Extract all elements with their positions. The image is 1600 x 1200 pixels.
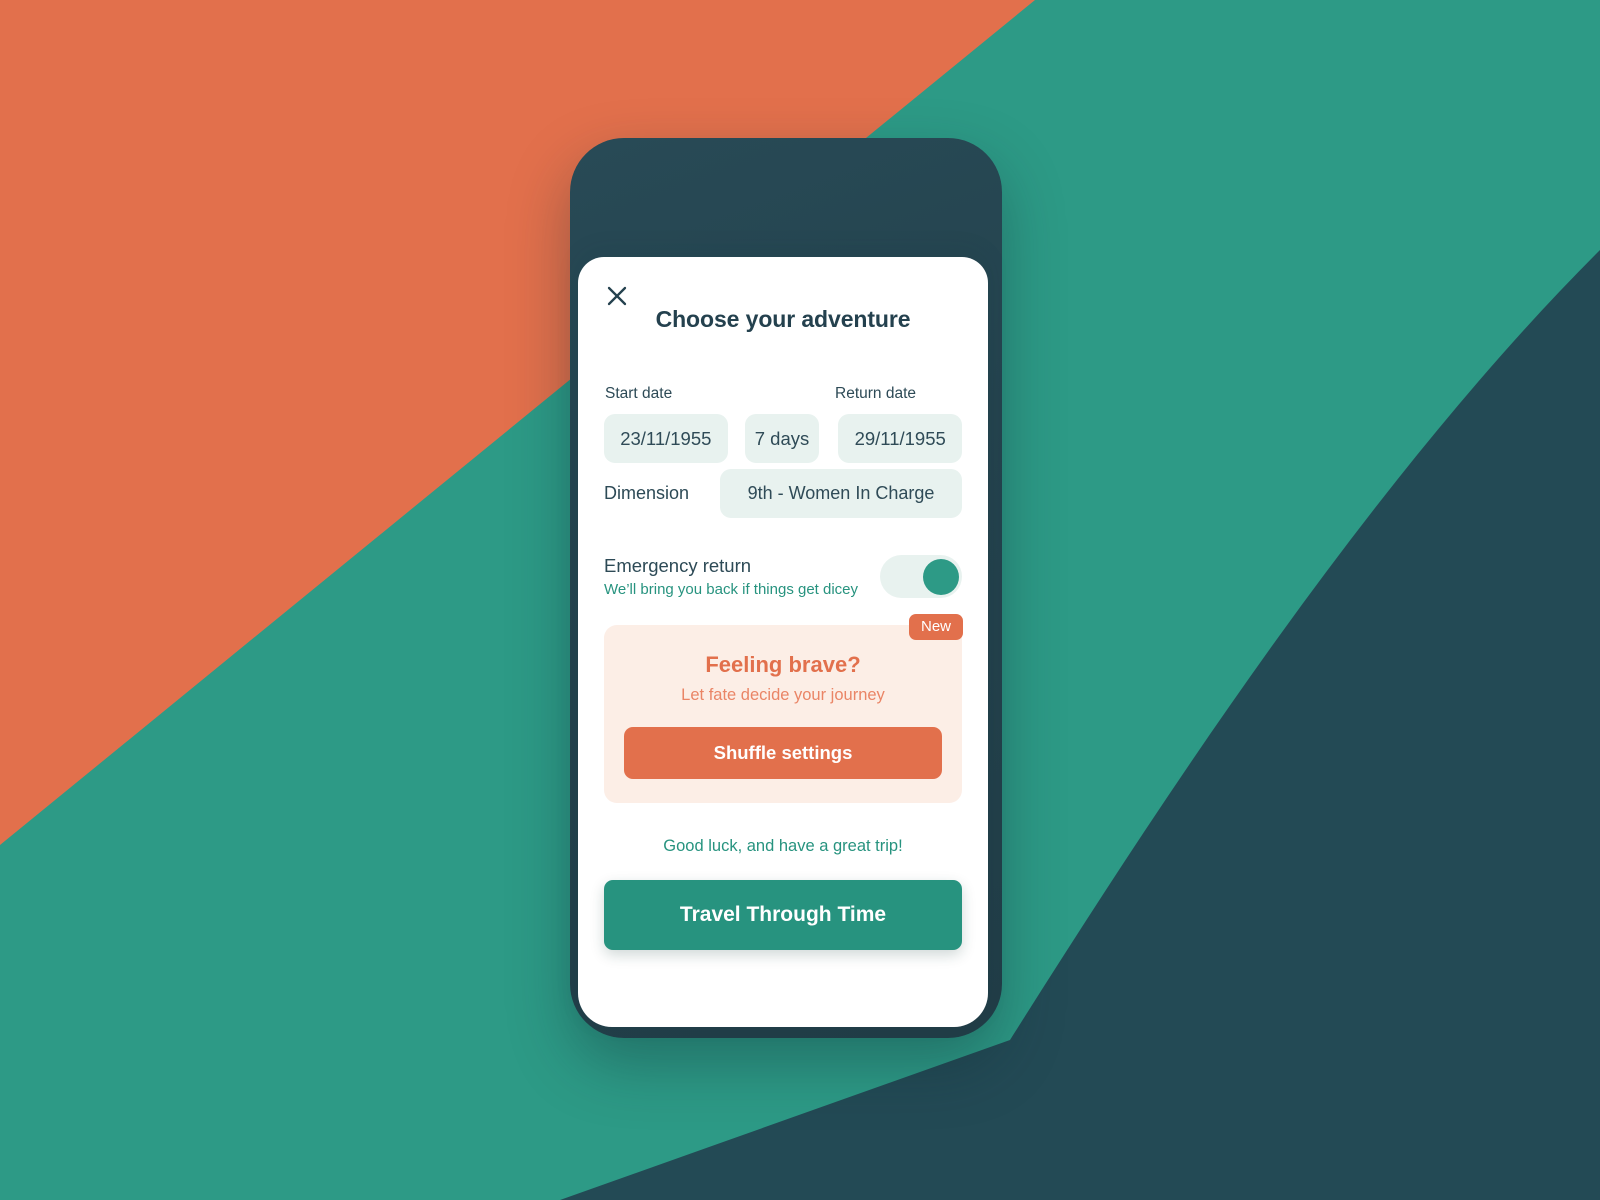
feeling-brave-title: Feeling brave? xyxy=(705,652,861,677)
bottom-sheet: Choose your adventure Start date Return … xyxy=(578,257,988,1027)
date-selection-group: Start date Return date 23/11/1955 7 days… xyxy=(604,385,962,463)
start-date-label: Start date xyxy=(605,385,673,402)
sheet-content: Choose your adventure Start date Return … xyxy=(578,257,988,1027)
return-date-field[interactable]: 29/11/1955 xyxy=(838,414,962,463)
date-pills-row: 23/11/1955 7 days 29/11/1955 xyxy=(604,414,962,463)
dimension-label: Dimension xyxy=(604,483,690,503)
duration-field[interactable]: 7 days xyxy=(744,414,820,463)
return-date-label: Return date xyxy=(835,385,916,402)
date-labels-row: Start date Return date xyxy=(604,385,962,405)
dimension-row: Dimension 9th - Women In Charge xyxy=(604,469,962,518)
dimension-select[interactable]: 9th - Women In Charge xyxy=(720,469,962,518)
screenshot-stage: Choose your adventure Start date Return … xyxy=(0,0,1600,1200)
emergency-return-row: Emergency return We’ll bring you back if… xyxy=(604,554,962,600)
new-badge: New xyxy=(908,614,963,640)
page-title: Choose your adventure xyxy=(655,306,911,332)
emergency-return-description: We’ll bring you back if things get dicey xyxy=(604,581,859,599)
good-luck-note: Good luck, and have a great trip! xyxy=(663,837,903,855)
shuffle-settings-button[interactable]: Shuffle settings xyxy=(624,727,942,779)
feeling-brave-subtitle: Let fate decide your journey xyxy=(681,686,885,704)
start-date-field[interactable]: 23/11/1955 xyxy=(604,414,728,463)
emergency-return-text: Emergency return We’ll bring you back if… xyxy=(604,554,880,600)
toggle-knob xyxy=(922,558,959,595)
emergency-return-toggle[interactable] xyxy=(880,555,962,599)
emergency-return-label: Emergency return xyxy=(604,555,752,576)
travel-through-time-button[interactable]: Travel Through Time xyxy=(604,880,962,950)
feeling-brave-card: New Feeling brave? Let fate decide your … xyxy=(604,614,963,803)
